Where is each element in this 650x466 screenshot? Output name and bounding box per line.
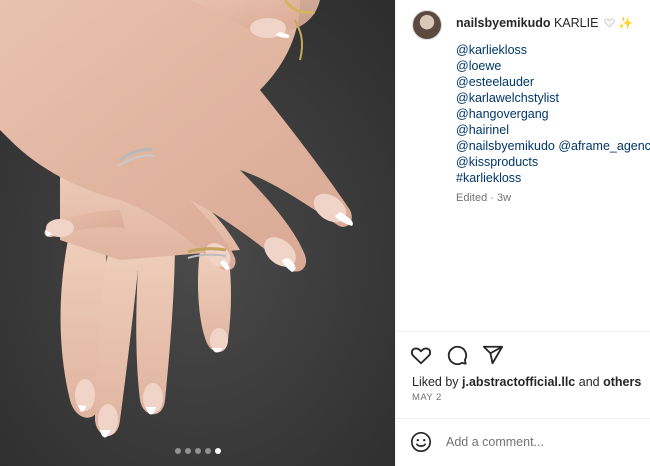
white-heart-icon: [604, 18, 615, 28]
tag-link[interactable]: @karliekloss: [456, 42, 650, 58]
likes-others-link[interactable]: others: [603, 375, 641, 389]
tag-link[interactable]: @loewe: [456, 58, 650, 74]
post-image[interactable]: [0, 0, 395, 466]
hands-photo: [0, 0, 395, 466]
carousel-dot[interactable]: [204, 448, 211, 454]
tag-link[interactable]: @nailsbyemikudo @aframe_agency: [456, 138, 650, 154]
caption-tags: @karliekloss @loewe @esteelauder @karlaw…: [456, 42, 650, 186]
post-sidebar: nailsbyemikudo KARLIE ✨ @karliekloss @lo…: [395, 0, 650, 466]
heart-icon[interactable]: [410, 344, 432, 366]
likes-prefix: Liked by: [412, 375, 463, 389]
comment-input[interactable]: [446, 435, 636, 449]
tag-link[interactable]: @hangovergang: [456, 106, 650, 122]
carousel-dots: [0, 448, 395, 454]
action-bar: [410, 344, 504, 366]
likes-middle: and: [575, 375, 604, 389]
tag-link[interactable]: @kissproducts: [456, 154, 650, 170]
sparkles-icon: ✨: [618, 16, 634, 30]
divider: [396, 418, 650, 419]
tag-link[interactable]: @hairinel: [456, 122, 650, 138]
likes-user-link[interactable]: j.abstractofficial.llc: [462, 375, 575, 389]
carousel-dot[interactable]: [194, 448, 201, 454]
post-date[interactable]: MAY 2: [412, 392, 442, 403]
likes-summary: Liked by j.abstractofficial.llc and othe…: [412, 375, 641, 389]
avatar[interactable]: [412, 10, 442, 40]
comment-icon[interactable]: [446, 344, 468, 366]
share-icon[interactable]: [482, 344, 504, 366]
divider: [396, 331, 650, 332]
tag-link[interactable]: @karlawelchstylist: [456, 90, 650, 106]
edited-timestamp: Edited · 3w: [456, 192, 512, 204]
hashtag-link[interactable]: #karliekloss: [456, 170, 650, 186]
carousel-dot[interactable]: [174, 448, 181, 454]
caption-text: KARLIE: [553, 16, 599, 30]
emoji-picker-icon[interactable]: [410, 431, 432, 453]
carousel-dot-active[interactable]: [214, 448, 221, 454]
caption-username[interactable]: nailsbyemikudo: [456, 16, 550, 30]
comment-row: [410, 431, 636, 453]
tag-link[interactable]: @esteelauder: [456, 74, 650, 90]
caption-header: nailsbyemikudo KARLIE ✨: [456, 16, 633, 30]
carousel-dot[interactable]: [184, 448, 191, 454]
